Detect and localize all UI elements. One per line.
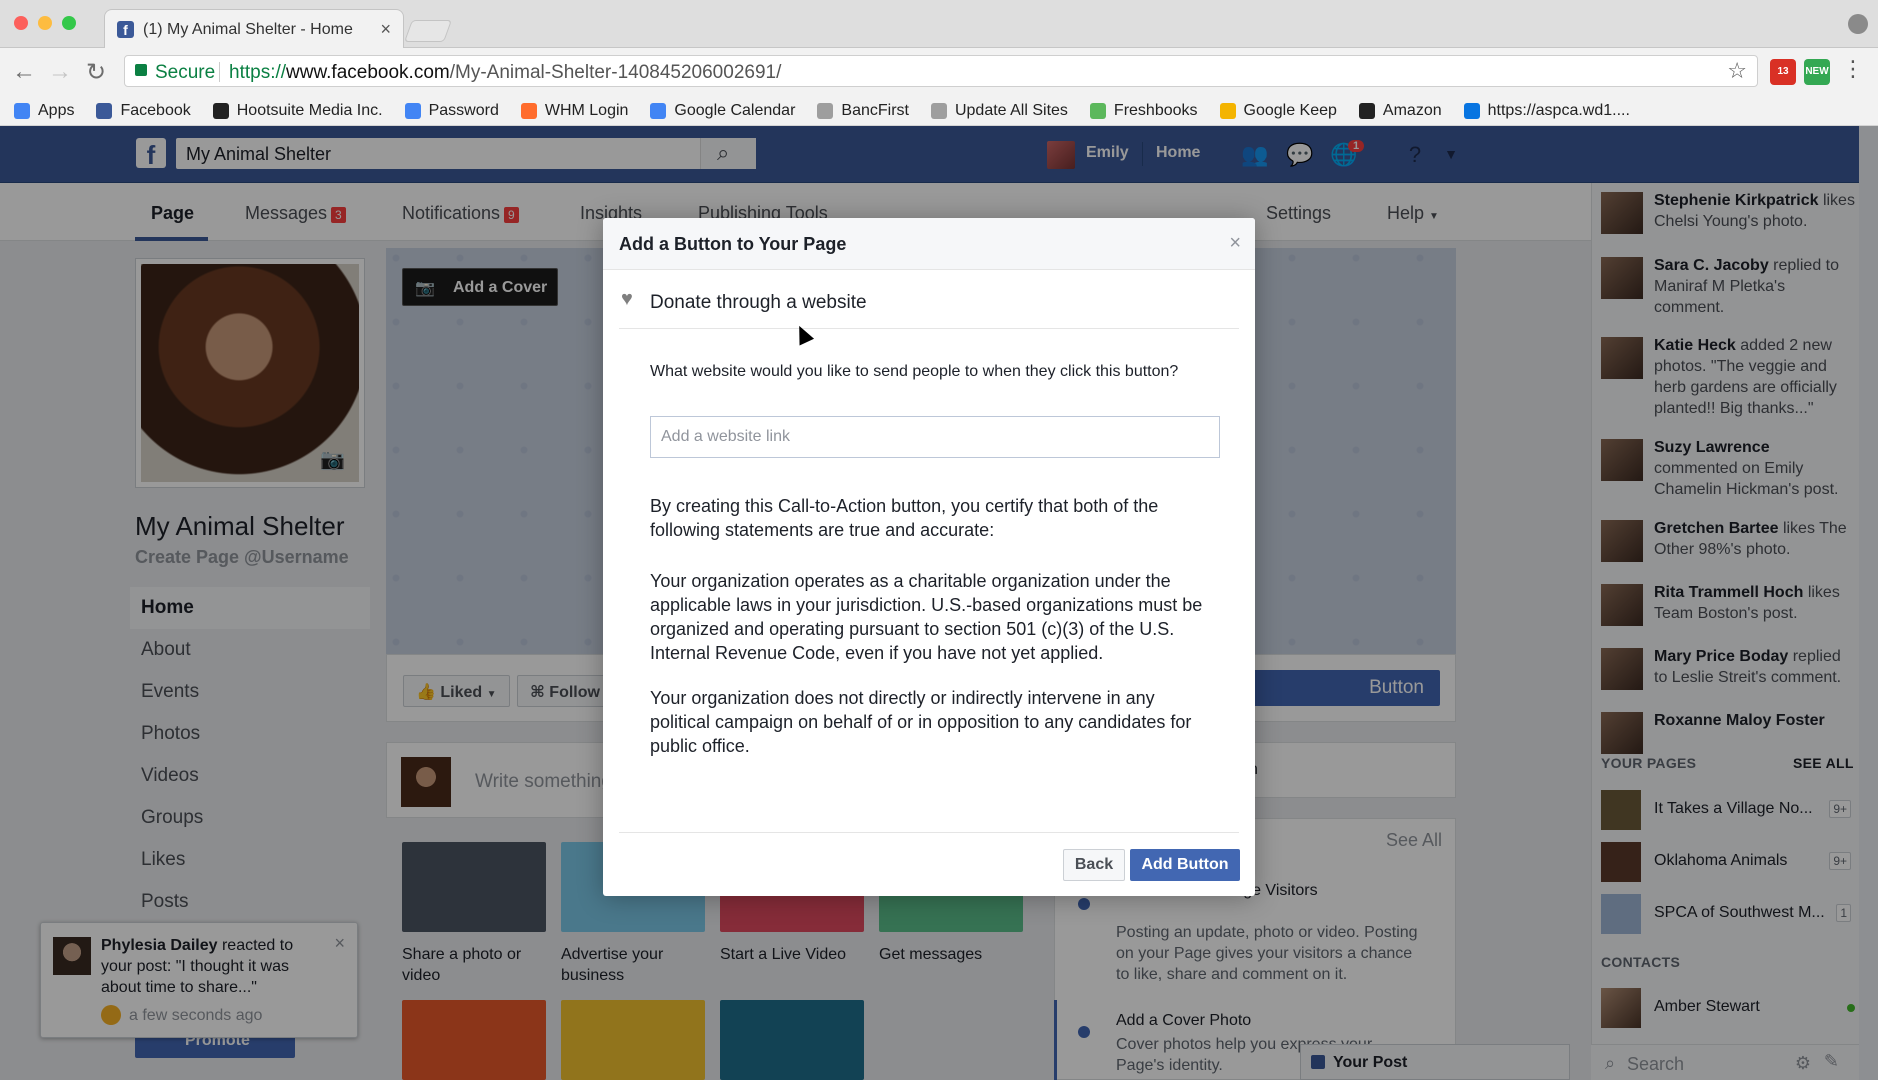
tab-title: (1) My Animal Shelter - Home <box>143 21 353 38</box>
dialog-header: Add a Button to Your Page × <box>603 218 1255 270</box>
bookmark-label: https://aspca.wd1.... <box>1487 101 1630 119</box>
facebook-icon <box>96 102 113 119</box>
keep-icon <box>1219 102 1236 119</box>
address-bar[interactable]: Secure https://www.facebook.com/My-Anima… <box>124 55 1758 87</box>
divider <box>619 832 1239 833</box>
bookmark-label: WHM Login <box>544 101 629 119</box>
bookmark-item[interactable]: Freshbooks <box>1089 101 1198 120</box>
add-button-dialog: Add a Button to Your Page × ♥ Donate thr… <box>603 218 1255 896</box>
back-arrow-icon[interactable]: ← <box>12 58 36 86</box>
browser-tab[interactable]: f (1) My Animal Shelter - Home × <box>104 9 404 48</box>
browser-toolbar: ← → ↻ Secure https://www.facebook.com/My… <box>0 48 1878 96</box>
url-host: www.facebook.com <box>286 62 450 83</box>
bookmark-item[interactable]: Google Keep <box>1219 101 1337 120</box>
bookmark-item[interactable]: https://aspca.wd1.... <box>1463 101 1630 120</box>
bookmark-item[interactable]: Password <box>404 101 499 120</box>
bookmark-label: BancFirst <box>841 101 909 119</box>
google-icon <box>650 102 667 119</box>
back-button[interactable]: Back <box>1063 849 1125 881</box>
zoom-window-button[interactable] <box>62 16 76 30</box>
page-icon <box>930 102 947 119</box>
leaf-icon <box>1089 102 1106 119</box>
url-path: /My-Animal-Shelter-140845206002691/ <box>449 62 782 83</box>
bookmark-label: Facebook <box>120 101 191 119</box>
bookmark-item[interactable]: WHM Login <box>520 101 629 120</box>
bookmark-item[interactable]: Google Calendar <box>650 102 795 120</box>
browser-menu-icon[interactable]: ⋮ <box>1842 56 1864 82</box>
apps-grid-icon <box>14 102 30 119</box>
url-scheme: https:// <box>229 62 287 83</box>
forward-arrow-icon[interactable]: → <box>48 58 72 86</box>
browser-tab-bar: f (1) My Animal Shelter - Home × <box>0 0 1878 48</box>
calendar-extension-icon[interactable]: 13 <box>1770 59 1796 85</box>
bookmark-item[interactable]: Apps <box>14 102 74 120</box>
bookmark-label: Amazon <box>1382 101 1442 119</box>
facebook-favicon-icon: f <box>117 21 134 38</box>
url-text: https://www.facebook.com/My-Animal-Shelt… <box>229 62 781 84</box>
bookmark-item[interactable]: Hootsuite Media Inc. <box>212 101 383 120</box>
website-link-input[interactable] <box>650 416 1220 458</box>
close-tab-icon[interactable]: × <box>380 19 391 40</box>
browser-profile-icon[interactable] <box>1848 14 1868 34</box>
new-extension-icon[interactable]: NEW <box>1804 59 1830 85</box>
cpanel-icon <box>520 102 537 119</box>
page-icon <box>817 102 834 119</box>
website-question: What website would you like to send peop… <box>650 363 1179 380</box>
amazon-icon <box>1358 102 1375 119</box>
lock-icon <box>135 64 147 76</box>
bookmark-item[interactable]: Amazon <box>1358 101 1442 120</box>
bookmarks-bar: Apps Facebook Hootsuite Media Inc. Password… <box>0 96 1878 126</box>
close-icon[interactable]: × <box>1229 232 1241 255</box>
hootsuite-icon <box>212 102 229 119</box>
bookmark-label: Password <box>428 101 499 119</box>
address-separator <box>219 62 220 82</box>
new-tab-button[interactable] <box>403 20 453 42</box>
divider <box>619 328 1239 329</box>
button-option-label: Donate through a website <box>650 292 867 313</box>
bookmark-label: Google Keep <box>1243 101 1337 119</box>
certification-intro: By creating this Call-to-Action button, … <box>650 496 1159 540</box>
minimize-window-button[interactable] <box>38 16 52 30</box>
secure-label: Secure <box>155 62 216 83</box>
bookmark-label: Update All Sites <box>954 101 1068 119</box>
workday-icon <box>1463 102 1480 119</box>
certification-statement-1: Your organization operates as a charitab… <box>650 571 1203 663</box>
reload-icon[interactable]: ↻ <box>86 58 106 87</box>
bookmark-item[interactable]: Update All Sites <box>930 101 1068 120</box>
bookmark-item[interactable]: Facebook <box>96 101 191 120</box>
dialog-title: Add a Button to Your Page <box>619 234 847 254</box>
calendar-extension-label: 13 <box>1777 66 1789 77</box>
google-icon <box>404 102 421 119</box>
bookmark-label: Freshbooks <box>1113 101 1198 119</box>
close-window-button[interactable] <box>14 16 28 30</box>
bookmark-star-icon[interactable]: ☆ <box>1727 58 1747 84</box>
bookmark-label: Google Calendar <box>674 101 796 119</box>
certification-statement-2: Your organization does not directly or i… <box>650 688 1192 756</box>
bookmark-label: Hootsuite Media Inc. <box>236 101 383 119</box>
add-button-submit[interactable]: Add Button <box>1130 849 1240 881</box>
bookmark-label: Apps <box>38 101 75 119</box>
bookmark-item[interactable]: BancFirst <box>817 102 909 120</box>
new-extension-label: NEW <box>1805 66 1829 77</box>
heart-icon: ♥ <box>621 288 633 310</box>
